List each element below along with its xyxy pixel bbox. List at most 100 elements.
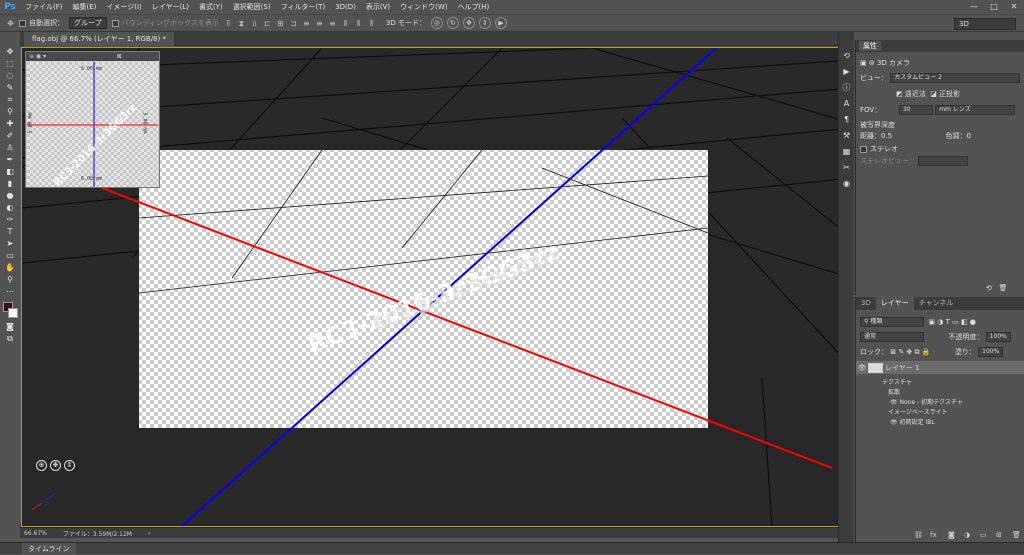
- distribute-right-icon[interactable]: ⦀: [367, 19, 376, 28]
- menu-view[interactable]: 表示(V): [361, 0, 395, 14]
- textures-label[interactable]: テクスチャ: [882, 377, 912, 386]
- align-bottom-icon[interactable]: ⫫: [250, 19, 259, 28]
- move-tool-icon[interactable]: ✥: [6, 19, 15, 28]
- fill-field[interactable]: 100%: [978, 347, 1004, 357]
- new-layer-icon[interactable]: ⊞: [996, 531, 1002, 539]
- zoom-tool-icon[interactable]: ⚲: [3, 274, 17, 286]
- bbox-checkbox[interactable]: バウンディングボックスを表示: [111, 18, 219, 28]
- layer-kind-filter[interactable]: ⚲ 種類: [860, 317, 924, 327]
- 3d-material-icon[interactable]: ◉: [841, 178, 853, 190]
- group-select[interactable]: グループ: [69, 17, 107, 29]
- document-tab[interactable]: flag.obj @ 66.7% (レイヤー 1, RGB/8) *: [24, 32, 174, 46]
- menu-help[interactable]: ヘルプ(H): [453, 0, 495, 14]
- menu-type[interactable]: 書式(Y): [194, 0, 228, 14]
- orthographic-icon[interactable]: ◪: [930, 90, 939, 98]
- distribute-bottom-icon[interactable]: ≡: [328, 19, 337, 28]
- close-button[interactable]: ✕: [1004, 0, 1024, 14]
- pen-tool-icon[interactable]: ✑: [3, 214, 17, 226]
- fov-unit-select[interactable]: mm レンズ: [935, 105, 1016, 115]
- checkbox-box[interactable]: [19, 19, 26, 27]
- distance-field[interactable]: 距離：0.5: [860, 131, 892, 141]
- eye-icon[interactable]: 👁: [890, 419, 900, 426]
- menu-filter[interactable]: フィルター(T): [276, 0, 331, 14]
- align-middle-icon[interactable]: ⧗: [237, 19, 246, 28]
- group-icon[interactable]: ▭: [980, 531, 987, 539]
- eyedropper-tool-icon[interactable]: ⚲: [3, 106, 17, 118]
- stamp-tool-icon[interactable]: ♙: [3, 142, 17, 154]
- blur-field[interactable]: 色調：0: [946, 131, 971, 141]
- auto-select-checkbox[interactable]: 自動選択：: [19, 18, 64, 28]
- perspective-label[interactable]: 遠近法: [905, 89, 926, 99]
- healing-tool-icon[interactable]: ✚: [3, 118, 17, 130]
- distribute-left-icon[interactable]: ⦀: [341, 19, 350, 28]
- delete-icon[interactable]: 🗑: [999, 284, 1008, 292]
- timeline-tab[interactable]: タイムライン: [22, 543, 76, 555]
- gradient-tool-icon[interactable]: ▮: [3, 178, 17, 190]
- camera-3d-icon[interactable]: ▶: [494, 17, 507, 29]
- eraser-tool-icon[interactable]: ◧: [3, 166, 17, 178]
- path-select-tool-icon[interactable]: ➤: [3, 238, 17, 250]
- orbit-3d-icon[interactable]: ◎: [430, 17, 443, 29]
- tab-3d[interactable]: 3D: [856, 297, 876, 310]
- more-tools-icon[interactable]: ⋯: [3, 286, 17, 298]
- background-color[interactable]: [8, 308, 18, 318]
- menu-layer[interactable]: レイヤー(L): [147, 0, 194, 14]
- layer-name[interactable]: レイヤー 1: [885, 363, 919, 373]
- status-arrow-icon[interactable]: ›: [148, 530, 150, 537]
- crop-tool-icon[interactable]: ⌗: [3, 94, 17, 106]
- zoom-level[interactable]: 66.67%: [24, 530, 47, 537]
- align-left-icon[interactable]: ⊏: [263, 19, 272, 28]
- blur-tool-icon[interactable]: ●: [3, 190, 17, 202]
- color-swatches[interactable]: [1, 301, 19, 321]
- canvas-area[interactable]: RC3-2016-3r3GG3rz RC3-2016-3r3GG3rz ≡ ◉ …: [21, 47, 851, 527]
- menu-select[interactable]: 選択範囲(S): [228, 0, 276, 14]
- properties-tab[interactable]: 属性: [859, 41, 881, 51]
- blend-mode-select[interactable]: 通常: [860, 332, 924, 342]
- align-top-icon[interactable]: ⫪: [224, 19, 233, 28]
- paragraph-icon[interactable]: ¶: [841, 114, 853, 126]
- texture-item[interactable]: None - 初期テクスチャ: [900, 399, 963, 406]
- roll-3d-icon[interactable]: ↻: [446, 17, 459, 29]
- rectangle-tool-icon[interactable]: ▭: [3, 250, 17, 262]
- minimize-button[interactable]: —: [964, 0, 984, 14]
- hand-tool-icon[interactable]: ✋: [3, 262, 17, 274]
- distribute-middle-icon[interactable]: ≡: [315, 19, 324, 28]
- align-center-icon[interactable]: ⊞: [276, 19, 285, 28]
- orbit-icon[interactable]: ⊕: [36, 460, 47, 471]
- link-icon[interactable]: ⛓: [914, 531, 923, 539]
- swatches-icon[interactable]: ▦: [841, 146, 853, 158]
- workspace-select[interactable]: 3D: [954, 18, 1016, 30]
- mask-icon[interactable]: ◙: [948, 531, 955, 539]
- layer-row[interactable]: 👁 レイヤー 1: [856, 361, 1024, 374]
- perspective-icon[interactable]: ◩: [896, 90, 905, 98]
- marquee-tool-icon[interactable]: ⬚: [3, 58, 17, 70]
- align-right-icon[interactable]: ⊐: [289, 19, 298, 28]
- history-brush-icon[interactable]: ✒: [3, 154, 17, 166]
- character-icon[interactable]: A: [841, 98, 853, 110]
- stereo-checkbox[interactable]: [860, 145, 867, 153]
- brush-settings-icon[interactable]: ✂: [841, 162, 853, 174]
- type-tool-icon[interactable]: T: [3, 226, 17, 238]
- distribute-center-icon[interactable]: ⦀: [354, 19, 363, 28]
- dodge-tool-icon[interactable]: ◐: [3, 202, 17, 214]
- actions-icon[interactable]: ▶: [841, 66, 853, 78]
- reset-icon[interactable]: ⟲: [986, 284, 999, 292]
- orthographic-label[interactable]: 正投影: [939, 89, 960, 99]
- tab-layers[interactable]: レイヤー: [875, 297, 914, 310]
- move-tool-icon[interactable]: ✥: [3, 46, 17, 58]
- lock-icons[interactable]: ⊠ ✎ ✥ ⧉ 🔒: [890, 348, 930, 357]
- adjustment-icon[interactable]: ◑: [964, 531, 970, 539]
- secondary-view-panel[interactable]: ≡ ◉ ▾ ⊠ 6.00 mm 6.00 mm 5.00 mm 5.00 mm …: [25, 51, 160, 189]
- menu-3d[interactable]: 3D(D): [330, 0, 361, 14]
- maximize-button[interactable]: □: [984, 0, 1004, 14]
- pan-3d-icon[interactable]: ✥: [462, 17, 475, 29]
- filter-icons[interactable]: ▣ ◑ T ▭ ◧ ●: [928, 318, 975, 326]
- tab-channels[interactable]: チャンネル: [914, 297, 959, 310]
- quick-select-tool-icon[interactable]: ✎: [3, 82, 17, 94]
- lasso-tool-icon[interactable]: ◌: [3, 70, 17, 82]
- fov-field[interactable]: 30: [899, 105, 934, 115]
- info-icon[interactable]: ⓘ: [841, 82, 853, 94]
- pan-icon[interactable]: ✥: [50, 460, 61, 471]
- eye-icon[interactable]: 👁: [890, 399, 900, 406]
- quick-mask-icon[interactable]: ◙: [3, 321, 17, 333]
